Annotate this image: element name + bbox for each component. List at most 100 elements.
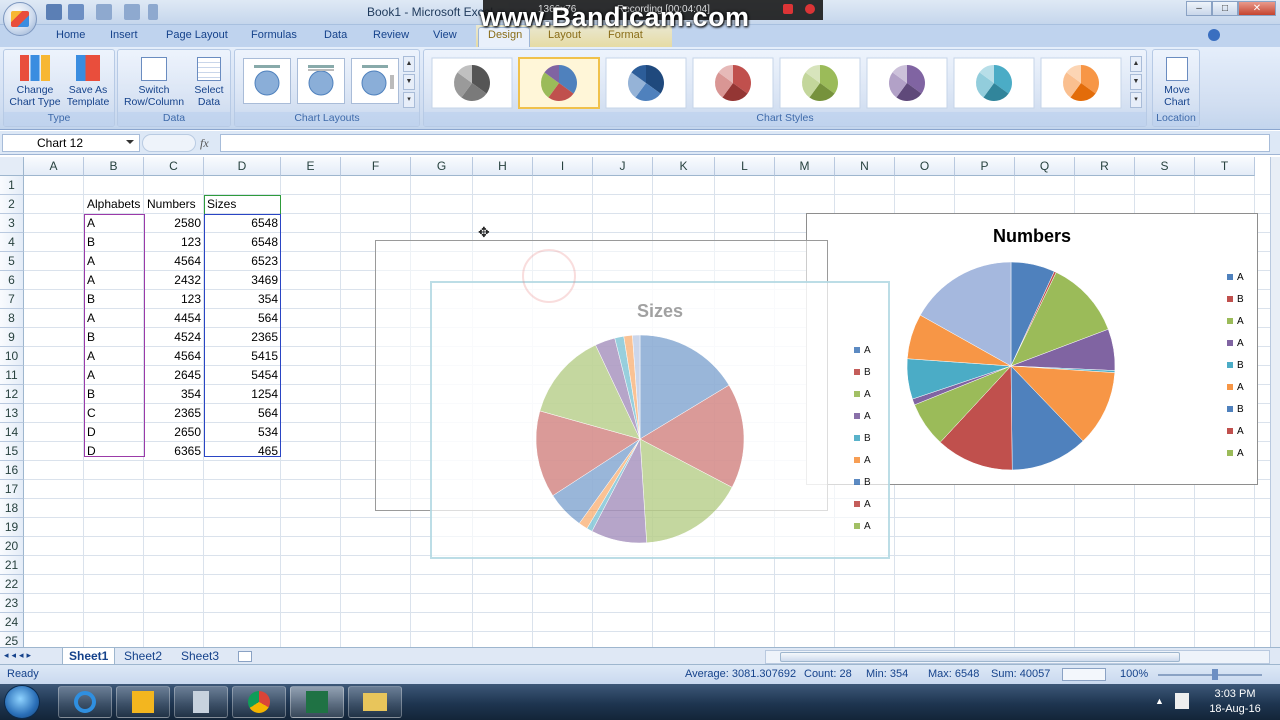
table-cell[interactable]: 2645 <box>145 366 203 385</box>
chrome-button[interactable] <box>232 686 286 718</box>
legend-item[interactable]: A <box>1227 376 1244 398</box>
chart-layout-2[interactable] <box>297 58 345 104</box>
column-header-a[interactable]: A <box>24 157 84 176</box>
clock[interactable]: 3:03 PM 18-Aug-16 <box>1195 687 1275 717</box>
row-header-1[interactable]: 1 <box>0 176 24 195</box>
column-header-d[interactable]: D <box>204 157 281 176</box>
row-header-25[interactable]: 25 <box>0 632 24 647</box>
switch-row-column-button[interactable]: Switch Row/Column <box>120 53 188 108</box>
sheet-tab-sheet2[interactable]: Sheet2 <box>118 648 168 665</box>
zoom-level[interactable]: 100% <box>1120 668 1148 680</box>
legend-item[interactable]: A <box>1227 266 1244 288</box>
tray-network-icon[interactable] <box>1175 693 1189 709</box>
legend-item[interactable]: B <box>854 471 871 493</box>
chart-layout-3[interactable] <box>351 58 399 104</box>
row-header-19[interactable]: 19 <box>0 518 24 537</box>
horizontal-scroll-thumb[interactable] <box>780 652 1180 662</box>
table-cell[interactable]: 123 <box>145 290 203 309</box>
legend-item[interactable]: B <box>1227 398 1244 420</box>
row-header-6[interactable]: 6 <box>0 271 24 290</box>
column-header-f[interactable]: F <box>341 157 411 176</box>
table-cell[interactable]: 123 <box>145 233 203 252</box>
row-header-7[interactable]: 7 <box>0 290 24 309</box>
row-header-8[interactable]: 8 <box>0 309 24 328</box>
close-button[interactable]: ✕ <box>1238 1 1276 16</box>
legend-item[interactable]: A <box>854 449 871 471</box>
minimize-button[interactable]: – <box>1186 1 1212 16</box>
move-chart-button[interactable]: Move Chart <box>1155 53 1199 108</box>
row-header-21[interactable]: 21 <box>0 556 24 575</box>
column-header-q[interactable]: Q <box>1015 157 1075 176</box>
legend-item[interactable]: A <box>1227 332 1244 354</box>
horizontal-scrollbar[interactable] <box>765 650 1270 664</box>
table-cell[interactable]: 354 <box>145 385 203 404</box>
row-header-14[interactable]: 14 <box>0 423 24 442</box>
row-header-12[interactable]: 12 <box>0 385 24 404</box>
office-button[interactable] <box>3 2 37 36</box>
styles-scroll-up[interactable]: ▲ <box>1130 56 1142 72</box>
formula-input[interactable] <box>220 134 1270 152</box>
tab-insert[interactable]: Insert <box>102 27 146 46</box>
column-header-n[interactable]: N <box>835 157 895 176</box>
row-header-15[interactable]: 15 <box>0 442 24 461</box>
column-header-t[interactable]: T <box>1195 157 1255 176</box>
row-header-23[interactable]: 23 <box>0 594 24 613</box>
tab-formulas[interactable]: Formulas <box>243 27 305 46</box>
tab-view[interactable]: View <box>425 27 465 46</box>
legend-item[interactable]: A <box>854 383 871 405</box>
table-cell[interactable]: 4524 <box>145 328 203 347</box>
column-header-g[interactable]: G <box>411 157 473 176</box>
sheet-nav-arrows[interactable]: ◂◂◂▸ <box>4 650 34 661</box>
change-chart-type-button[interactable]: Change Chart Type <box>6 53 64 108</box>
legend-item[interactable]: B <box>854 427 871 449</box>
explorer-button[interactable] <box>348 686 402 718</box>
select-data-button[interactable]: Select Data <box>188 53 230 108</box>
column-header-l[interactable]: L <box>715 157 775 176</box>
row-header-9[interactable]: 9 <box>0 328 24 347</box>
table-cell[interactable]: 4454 <box>145 309 203 328</box>
styles-scroll-down[interactable]: ▼ <box>1130 74 1142 90</box>
legend-item[interactable]: B <box>1227 288 1244 310</box>
legend-item[interactable]: B <box>1227 354 1244 376</box>
help-icon[interactable] <box>1208 29 1220 41</box>
name-box-dropdown-icon[interactable] <box>126 140 134 144</box>
sheet-tab-sheet3[interactable]: Sheet3 <box>175 648 225 665</box>
column-header-e[interactable]: E <box>281 157 341 176</box>
row-header-4[interactable]: 4 <box>0 233 24 252</box>
layouts-more[interactable]: ▾ <box>403 92 415 108</box>
save-as-template-button[interactable]: Save As Template <box>62 53 114 108</box>
tab-home[interactable]: Home <box>48 27 93 46</box>
legend-item[interactable]: A <box>1227 420 1244 442</box>
select-all-corner[interactable] <box>0 157 24 176</box>
legend-item[interactable]: A <box>854 493 871 515</box>
table-cell[interactable]: 2650 <box>145 423 203 442</box>
column-header-h[interactable]: H <box>473 157 533 176</box>
start-button[interactable] <box>4 685 40 719</box>
row-header-16[interactable]: 16 <box>0 461 24 480</box>
vertical-scrollbar[interactable] <box>1270 157 1280 647</box>
column-header-c[interactable]: C <box>144 157 204 176</box>
row-header-20[interactable]: 20 <box>0 537 24 556</box>
calculator-button[interactable] <box>174 686 228 718</box>
column-header-i[interactable]: I <box>533 157 593 176</box>
legend-item[interactable]: A <box>1227 442 1244 464</box>
view-buttons[interactable] <box>1062 668 1106 681</box>
table-cell[interactable]: 2365 <box>145 404 203 423</box>
column-header-o[interactable]: O <box>895 157 955 176</box>
insert-function-icon[interactable]: fx <box>200 136 209 151</box>
row-header-24[interactable]: 24 <box>0 613 24 632</box>
table-cell[interactable]: 6365 <box>145 442 203 461</box>
row-header-11[interactable]: 11 <box>0 366 24 385</box>
name-box[interactable]: Chart 12 <box>2 134 140 152</box>
column-header-p[interactable]: P <box>955 157 1015 176</box>
insert-sheet-icon[interactable] <box>238 651 252 662</box>
chart-layout-1[interactable] <box>243 58 291 104</box>
row-header-18[interactable]: 18 <box>0 499 24 518</box>
zoom-slider[interactable] <box>1158 674 1262 676</box>
header-numbers[interactable]: Numbers <box>145 195 205 214</box>
row-header-10[interactable]: 10 <box>0 347 24 366</box>
row-header-13[interactable]: 13 <box>0 404 24 423</box>
legend-item[interactable]: A <box>854 405 871 427</box>
column-header-s[interactable]: S <box>1135 157 1195 176</box>
column-header-k[interactable]: K <box>653 157 715 176</box>
